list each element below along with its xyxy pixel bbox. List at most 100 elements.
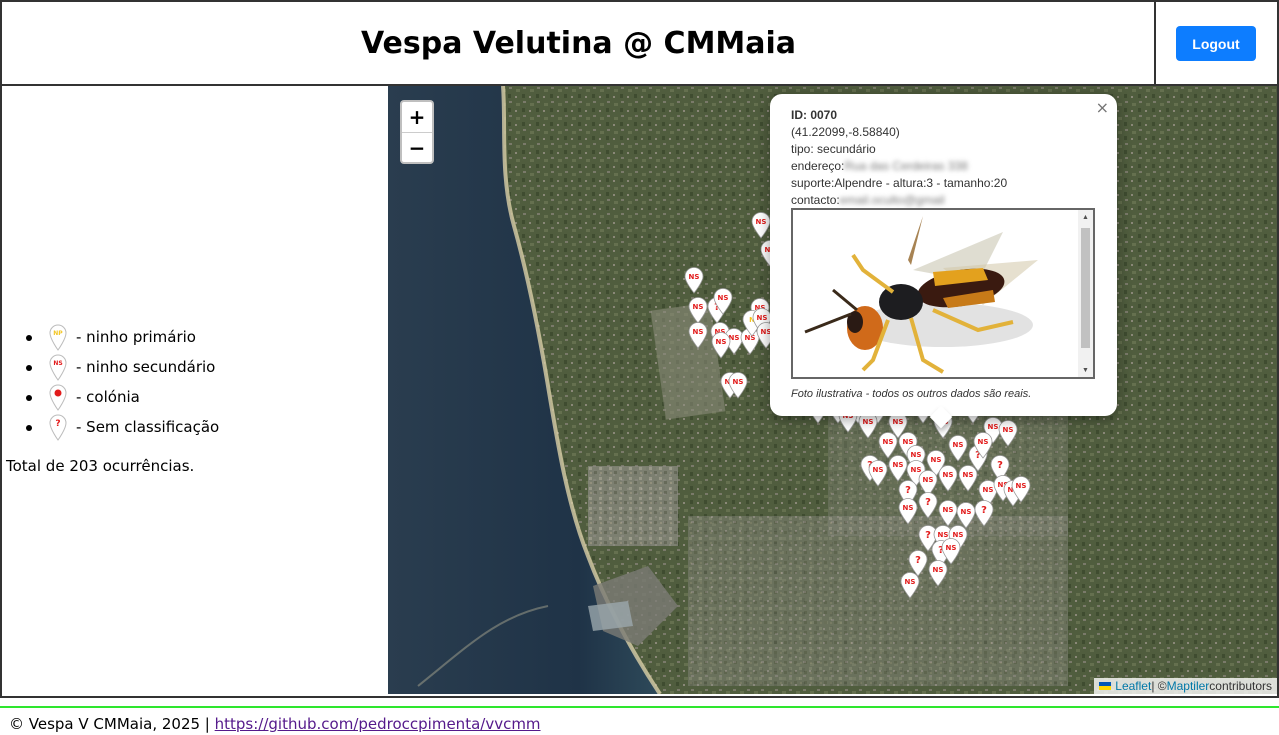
svg-text:NP: NP xyxy=(53,330,63,337)
legend-label-colony: - colónia xyxy=(76,388,140,406)
svg-text:NS: NS xyxy=(931,456,942,464)
svg-text:NS: NS xyxy=(953,531,964,539)
svg-text:?: ? xyxy=(55,419,60,429)
scroll-down-icon[interactable]: ▼ xyxy=(1078,363,1093,377)
svg-text:NS: NS xyxy=(863,418,874,426)
legend-item-colony: - colónia xyxy=(26,382,219,412)
map-marker-7[interactable]: NS xyxy=(688,322,708,349)
popup-contacto: contacto:email.oculto@gmail xyxy=(791,192,1007,209)
logout-button[interactable]: Logout xyxy=(1176,26,1256,61)
svg-text:NS: NS xyxy=(903,438,914,446)
legend-label-np: - ninho primário xyxy=(76,328,196,346)
attribution-separator: | © xyxy=(1151,679,1167,693)
map-marker-52[interactable]: ? xyxy=(974,500,994,527)
svg-text:?: ? xyxy=(915,555,921,566)
header-divider xyxy=(1154,2,1156,86)
popup-coords: (41.22099,-8.58840) xyxy=(791,125,900,139)
map-marker-14[interactable]: NS xyxy=(711,332,731,359)
popup-close-icon[interactable]: × xyxy=(1096,98,1109,117)
map-marker-53[interactable]: NS xyxy=(898,498,918,525)
map-marker-0[interactable]: NS xyxy=(751,212,771,239)
svg-text:NS: NS xyxy=(756,218,767,226)
map[interactable]: NSNSNSNS?NSNSNSNSNSNSNNSNSNSNSNS?NSNSNSN… xyxy=(388,86,1277,694)
map-marker-28[interactable]: NS xyxy=(998,420,1018,447)
map-marker-2[interactable]: NS xyxy=(684,267,704,294)
svg-text:NS: NS xyxy=(903,504,914,512)
map-marker-38[interactable]: NS xyxy=(868,460,888,487)
maptiler-link[interactable]: Maptiler xyxy=(1167,679,1210,693)
scroll-thumb[interactable] xyxy=(1081,228,1090,348)
legend-label-ns: - ninho secundário xyxy=(76,358,216,376)
svg-text:?: ? xyxy=(981,505,987,516)
legend-item-ns: NS - ninho secundário xyxy=(26,352,219,382)
svg-text:NS: NS xyxy=(911,451,922,459)
scroll-up-icon[interactable]: ▲ xyxy=(1078,210,1093,224)
map-marker-50[interactable]: NS xyxy=(938,500,958,527)
map-marker-3[interactable]: NS xyxy=(688,297,708,324)
zoom-in-button[interactable]: + xyxy=(402,102,432,133)
ns-pin-icon: NS xyxy=(48,353,68,381)
popup-endereco-value: Rua das Cerdeiras 338 xyxy=(844,159,968,173)
photo-caption: Foto ilustrativa - todos os outros dados… xyxy=(791,388,1032,400)
svg-text:NS: NS xyxy=(988,423,999,431)
svg-text:NS: NS xyxy=(933,566,944,574)
map-marker-59[interactable]: ? xyxy=(908,550,928,577)
popup-suporte: suporte:Alpendre - altura:3 - tamanho:20 xyxy=(791,176,1008,190)
map-marker-60[interactable]: NS xyxy=(928,560,948,587)
map-marker-22[interactable]: NS xyxy=(858,412,878,439)
svg-text:NS: NS xyxy=(946,544,957,552)
svg-text:NS: NS xyxy=(53,360,62,367)
header: Vespa Velutina @ CMMaia Logout xyxy=(0,0,1279,86)
attribution-contributors: contributors xyxy=(1209,679,1272,693)
svg-text:NS: NS xyxy=(938,531,949,539)
svg-text:NS: NS xyxy=(963,471,974,479)
svg-text:NS: NS xyxy=(1003,426,1014,434)
popup-contacto-label: contacto: xyxy=(791,193,840,207)
footer-text: © Vespa V CMMaia, 2025 | xyxy=(9,715,215,733)
map-attribution: Leaflet | © Maptiler contributors xyxy=(1094,678,1277,694)
map-marker-51[interactable]: NS xyxy=(956,502,976,529)
legend-item-unknown: ? - Sem classificação xyxy=(26,412,219,442)
popup-tipo: tipo: secundário xyxy=(791,142,876,156)
popup-endereco: endereço:Rua das Cerdeiras 338 xyxy=(791,158,1007,175)
svg-text:NS: NS xyxy=(716,338,727,346)
np-pin-icon: NP xyxy=(48,323,68,351)
popup-contacto-value: email.oculto@gmail xyxy=(839,193,945,207)
page-title: Vespa Velutina @ CMMaia xyxy=(360,25,797,61)
legend-item-np: NP - ninho primário xyxy=(26,322,219,352)
svg-text:NS: NS xyxy=(693,303,704,311)
svg-text:NS: NS xyxy=(905,578,916,586)
map-marker-30[interactable]: NS xyxy=(878,432,898,459)
photo-frame[interactable]: ▲ ▼ xyxy=(791,208,1095,379)
map-marker-39[interactable]: NS xyxy=(888,455,908,482)
popup-details: ID: 0070 (41.22099,-8.58840) tipo: secun… xyxy=(791,107,1007,209)
svg-text:NS: NS xyxy=(745,334,756,342)
svg-text:NS: NS xyxy=(883,438,894,446)
map-marker-43[interactable]: NS xyxy=(958,465,978,492)
map-marker-49[interactable]: ? xyxy=(918,492,938,519)
popup-endereco-label: endereço: xyxy=(791,159,845,173)
map-marker-42[interactable]: NS xyxy=(938,465,958,492)
svg-text:NS: NS xyxy=(961,508,972,516)
zoom-out-button[interactable]: − xyxy=(402,133,432,163)
legend-label-unknown: - Sem classificação xyxy=(76,418,220,436)
svg-text:NS: NS xyxy=(893,418,904,426)
map-marker-61[interactable]: NS xyxy=(900,572,920,599)
zoom-control: + − xyxy=(400,100,434,164)
svg-text:NS: NS xyxy=(689,273,700,281)
sidebar: NP - ninho primário NS - ninho secundári… xyxy=(2,86,386,696)
leaflet-link[interactable]: Leaflet xyxy=(1115,679,1151,693)
photo-scrollbar[interactable]: ▲ ▼ xyxy=(1078,210,1093,377)
svg-text:NS: NS xyxy=(943,471,954,479)
svg-text:NS: NS xyxy=(943,506,954,514)
unknown-pin-icon: ? xyxy=(48,413,68,441)
svg-text:NS: NS xyxy=(757,314,768,322)
marker-popup: × ID: 0070 (41.22099,-8.58840) tipo: sec… xyxy=(770,94,1117,416)
svg-text:?: ? xyxy=(925,497,931,508)
popup-id: ID: 0070 xyxy=(791,108,838,122)
svg-text:NS: NS xyxy=(873,466,884,474)
map-marker-34[interactable]: NS xyxy=(948,435,968,462)
github-link[interactable]: https://github.com/pedroccpimenta/vvcmm xyxy=(215,715,541,733)
footer: © Vespa V CMMaia, 2025 | https://github.… xyxy=(9,715,541,733)
svg-text:NS: NS xyxy=(983,486,994,494)
